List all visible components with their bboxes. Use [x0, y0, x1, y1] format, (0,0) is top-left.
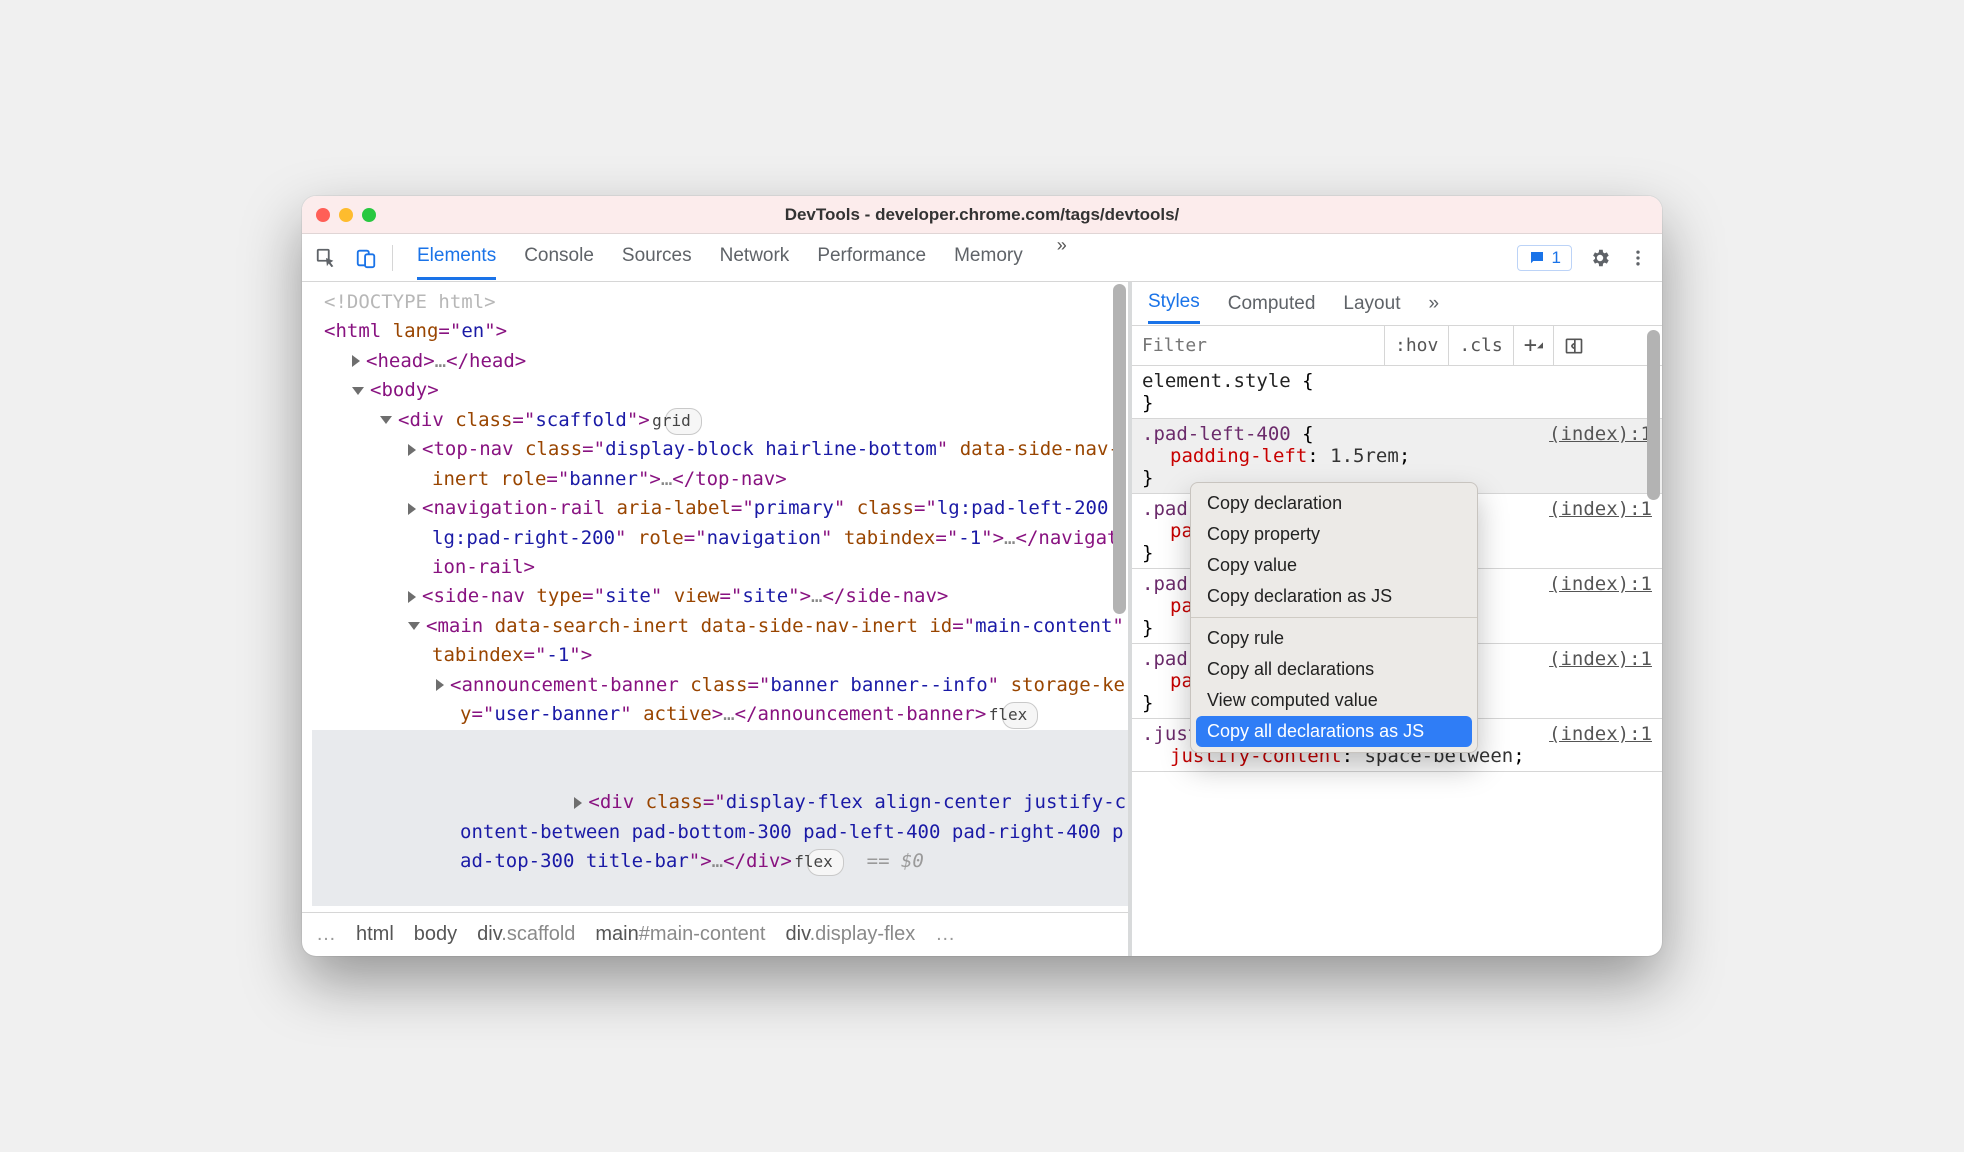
issues-button[interactable]: 1: [1517, 245, 1572, 271]
window-title: DevTools - developer.chrome.com/tags/dev…: [302, 205, 1662, 225]
scrollbar-thumb[interactable]: [1113, 284, 1126, 614]
subtabs-overflow-icon[interactable]: »: [1428, 293, 1439, 315]
rule-element-style[interactable]: element.style { }: [1132, 366, 1662, 419]
panel-tabs: Elements Console Sources Network Perform…: [417, 235, 1073, 280]
elements-panel: <!DOCTYPE html> <html lang="en"> <head>……: [302, 282, 1132, 956]
sidenav-node[interactable]: <side-nav type="site" view="site">…</sid…: [312, 582, 1128, 611]
flex-badge[interactable]: flex: [1002, 702, 1039, 729]
context-menu: Copy declaration Copy property Copy valu…: [1190, 482, 1478, 753]
menu-copy-all-declarations-js[interactable]: Copy all declarations as JS: [1196, 716, 1472, 747]
flex-badge-2[interactable]: flex: [807, 849, 844, 876]
new-style-rule-button[interactable]: +◢: [1513, 326, 1553, 365]
tab-network[interactable]: Network: [720, 235, 790, 280]
rule-source-link[interactable]: (index):1: [1549, 573, 1652, 595]
crumb-body[interactable]: body: [414, 919, 457, 950]
styles-panel: Styles Computed Layout » :hov .cls +◢ el…: [1132, 282, 1662, 956]
tab-memory[interactable]: Memory: [954, 235, 1023, 280]
toggle-sidebar-icon[interactable]: [1553, 326, 1594, 365]
breadcrumbs: … html body div.scaffold main#main-conte…: [302, 912, 1128, 956]
menu-copy-value[interactable]: Copy value: [1191, 550, 1477, 581]
titlebar: DevTools - developer.chrome.com/tags/dev…: [302, 196, 1662, 234]
styles-filterbar: :hov .cls +◢: [1132, 326, 1662, 366]
menu-copy-declaration[interactable]: Copy declaration: [1191, 488, 1477, 519]
navrail-node[interactable]: <navigation-rail aria-label="primary" cl…: [312, 494, 1128, 582]
rule-source-link[interactable]: (index):1: [1549, 723, 1652, 745]
body-node[interactable]: <body>: [312, 376, 1128, 405]
announcement-node[interactable]: <announcement-banner class="banner banne…: [312, 671, 1128, 730]
menu-divider: [1191, 617, 1477, 618]
menu-copy-declaration-js[interactable]: Copy declaration as JS: [1191, 581, 1477, 612]
main-node[interactable]: <main data-search-inert data-side-nav-in…: [312, 612, 1128, 671]
cls-toggle[interactable]: .cls: [1448, 326, 1512, 365]
inspect-icon[interactable]: [306, 234, 346, 281]
html-open[interactable]: <html lang="en">: [312, 317, 1128, 346]
filter-input[interactable]: [1132, 326, 1384, 365]
dom-tree[interactable]: <!DOCTYPE html> <html lang="en"> <head>……: [302, 282, 1128, 912]
kebab-menu-icon[interactable]: [1628, 247, 1648, 269]
menu-copy-property[interactable]: Copy property: [1191, 519, 1477, 550]
crumb-ellipsis[interactable]: …: [316, 919, 336, 950]
subtab-computed[interactable]: Computed: [1228, 285, 1316, 323]
menu-copy-rule[interactable]: Copy rule: [1191, 623, 1477, 654]
main-split: <!DOCTYPE html> <html lang="en"> <head>……: [302, 282, 1662, 956]
grid-badge[interactable]: grid: [665, 408, 702, 435]
main-toolbar: Elements Console Sources Network Perform…: [302, 234, 1662, 282]
head-node[interactable]: <head>…</head>: [312, 347, 1128, 376]
traffic-lights: [316, 208, 376, 222]
subtab-layout[interactable]: Layout: [1343, 285, 1400, 323]
styles-subtabs: Styles Computed Layout »: [1132, 282, 1662, 326]
rule-source-link[interactable]: (index):1: [1549, 423, 1652, 445]
scrollbar-thumb[interactable]: [1647, 330, 1660, 500]
tab-console[interactable]: Console: [524, 235, 594, 280]
hov-toggle[interactable]: :hov: [1384, 326, 1448, 365]
subtab-styles[interactable]: Styles: [1148, 283, 1200, 324]
close-icon[interactable]: [316, 208, 330, 222]
devtools-window: DevTools - developer.chrome.com/tags/dev…: [302, 196, 1662, 956]
scaffold-node[interactable]: <div class="scaffold"> grid: [312, 406, 1128, 435]
tab-sources[interactable]: Sources: [622, 235, 692, 280]
dollar-zero: == $0: [867, 850, 924, 872]
minimize-icon[interactable]: [339, 208, 353, 222]
tab-elements[interactable]: Elements: [417, 235, 496, 280]
menu-copy-all-declarations[interactable]: Copy all declarations: [1191, 654, 1477, 685]
topnav-node[interactable]: <top-nav class="display-block hairline-b…: [312, 435, 1128, 494]
menu-view-computed-value[interactable]: View computed value: [1191, 685, 1477, 716]
crumb-scaffold[interactable]: div.scaffold: [477, 919, 575, 950]
tab-performance[interactable]: Performance: [817, 235, 926, 280]
settings-icon[interactable]: [1586, 247, 1614, 269]
zoom-icon[interactable]: [362, 208, 376, 222]
device-toggle-icon[interactable]: [346, 234, 386, 281]
tabs-overflow-icon[interactable]: »: [1051, 235, 1073, 280]
issues-count: 1: [1552, 248, 1561, 268]
divider: [392, 245, 393, 271]
selected-node[interactable]: ⋯ <div class="display-flex align-center …: [312, 730, 1128, 907]
crumb-div[interactable]: div.display-flex: [786, 919, 916, 950]
doctype: <!DOCTYPE html>: [324, 291, 496, 313]
rule-source-link[interactable]: (index):1: [1549, 648, 1652, 670]
crumb-ellipsis-2[interactable]: …: [935, 919, 955, 950]
crumb-main[interactable]: main#main-content: [595, 919, 765, 950]
rule-source-link[interactable]: (index):1: [1549, 498, 1652, 520]
crumb-html[interactable]: html: [356, 919, 394, 950]
